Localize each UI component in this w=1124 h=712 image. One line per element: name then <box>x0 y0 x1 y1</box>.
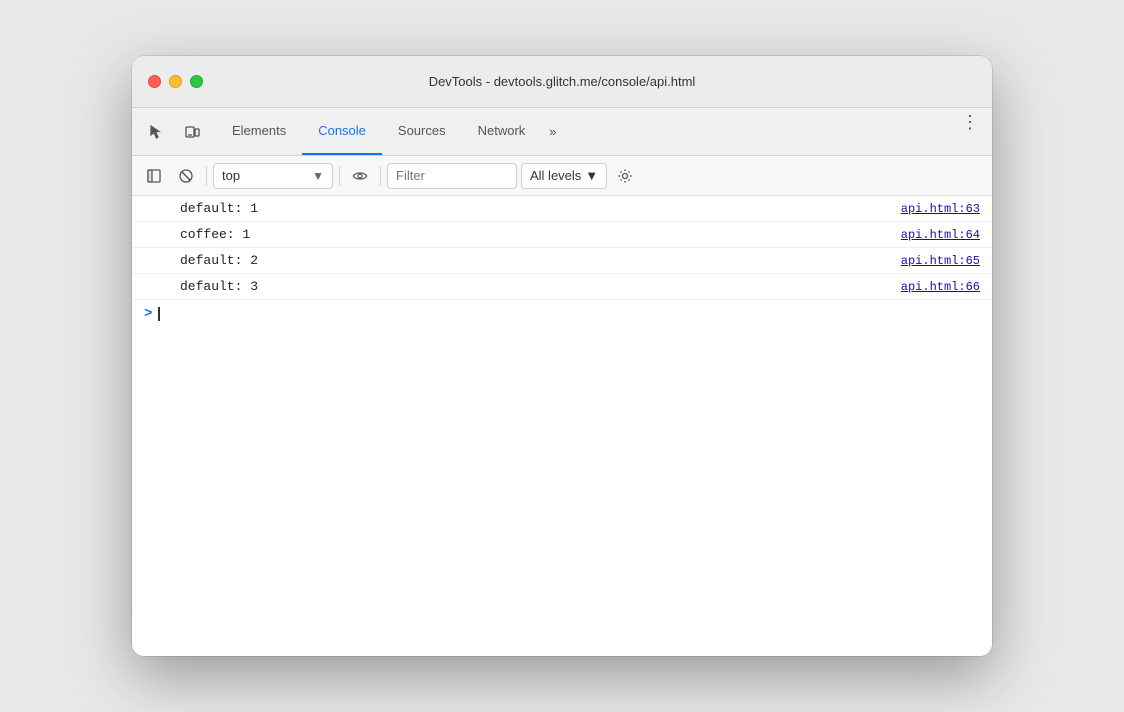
console-cursor <box>158 307 160 321</box>
maximize-button[interactable] <box>190 75 203 88</box>
device-toolbar-button[interactable] <box>176 116 208 148</box>
clear-icon <box>178 168 194 184</box>
log-level-selector[interactable]: All levels ▼ <box>521 163 607 189</box>
device-icon <box>184 124 200 140</box>
log-text: default: 3 <box>180 279 881 294</box>
live-expressions-button[interactable] <box>346 162 374 190</box>
tab-sources[interactable]: Sources <box>382 108 462 155</box>
table-row: default: 1 api.html:63 <box>132 196 992 222</box>
filter-input[interactable] <box>387 163 517 189</box>
console-output: default: 1 api.html:63 coffee: 1 api.htm… <box>132 196 992 656</box>
cursor-icon <box>148 124 164 140</box>
table-row: coffee: 1 api.html:64 <box>132 222 992 248</box>
table-row: default: 3 api.html:66 <box>132 274 992 300</box>
minimize-button[interactable] <box>169 75 182 88</box>
window-title: DevTools - devtools.glitch.me/console/ap… <box>429 74 696 89</box>
log-source-link[interactable]: api.html:66 <box>901 280 980 294</box>
traffic-lights <box>148 75 203 88</box>
log-source-link[interactable]: api.html:64 <box>901 228 980 242</box>
console-settings-button[interactable] <box>611 162 639 190</box>
console-input-row[interactable]: > <box>132 300 992 328</box>
inspect-element-button[interactable] <box>140 116 172 148</box>
tab-more[interactable]: » <box>541 108 564 155</box>
eye-icon <box>352 168 368 184</box>
console-prompt: > <box>144 306 152 322</box>
devtools-window: DevTools - devtools.glitch.me/console/ap… <box>132 56 992 656</box>
log-source-link[interactable]: api.html:65 <box>901 254 980 268</box>
show-drawer-button[interactable] <box>140 162 168 190</box>
table-row: default: 2 api.html:65 <box>132 248 992 274</box>
title-bar: DevTools - devtools.glitch.me/console/ap… <box>132 56 992 108</box>
toolbar-icons <box>140 108 208 155</box>
divider <box>206 166 207 186</box>
close-button[interactable] <box>148 75 161 88</box>
console-toolbar: top ▼ All levels ▼ <box>132 156 992 196</box>
divider2 <box>339 166 340 186</box>
clear-console-button[interactable] <box>172 162 200 190</box>
tab-console[interactable]: Console <box>302 108 382 155</box>
tabs-container: Elements Console Sources Network » <box>216 108 565 155</box>
log-text: default: 2 <box>180 253 881 268</box>
devtools-menu-button[interactable]: ⋮ <box>956 108 984 136</box>
tab-elements[interactable]: Elements <box>216 108 302 155</box>
sidebar-icon <box>146 168 162 184</box>
context-selector[interactable]: top ▼ <box>213 163 333 189</box>
gear-icon <box>617 168 633 184</box>
log-text: coffee: 1 <box>180 227 881 242</box>
divider3 <box>380 166 381 186</box>
devtools-tabs-bar: Elements Console Sources Network » ⋮ <box>132 108 992 156</box>
log-source-link[interactable]: api.html:63 <box>901 202 980 216</box>
log-text: default: 1 <box>180 201 881 216</box>
tab-network[interactable]: Network <box>462 108 542 155</box>
devtools-body: top ▼ All levels ▼ <box>132 156 992 656</box>
